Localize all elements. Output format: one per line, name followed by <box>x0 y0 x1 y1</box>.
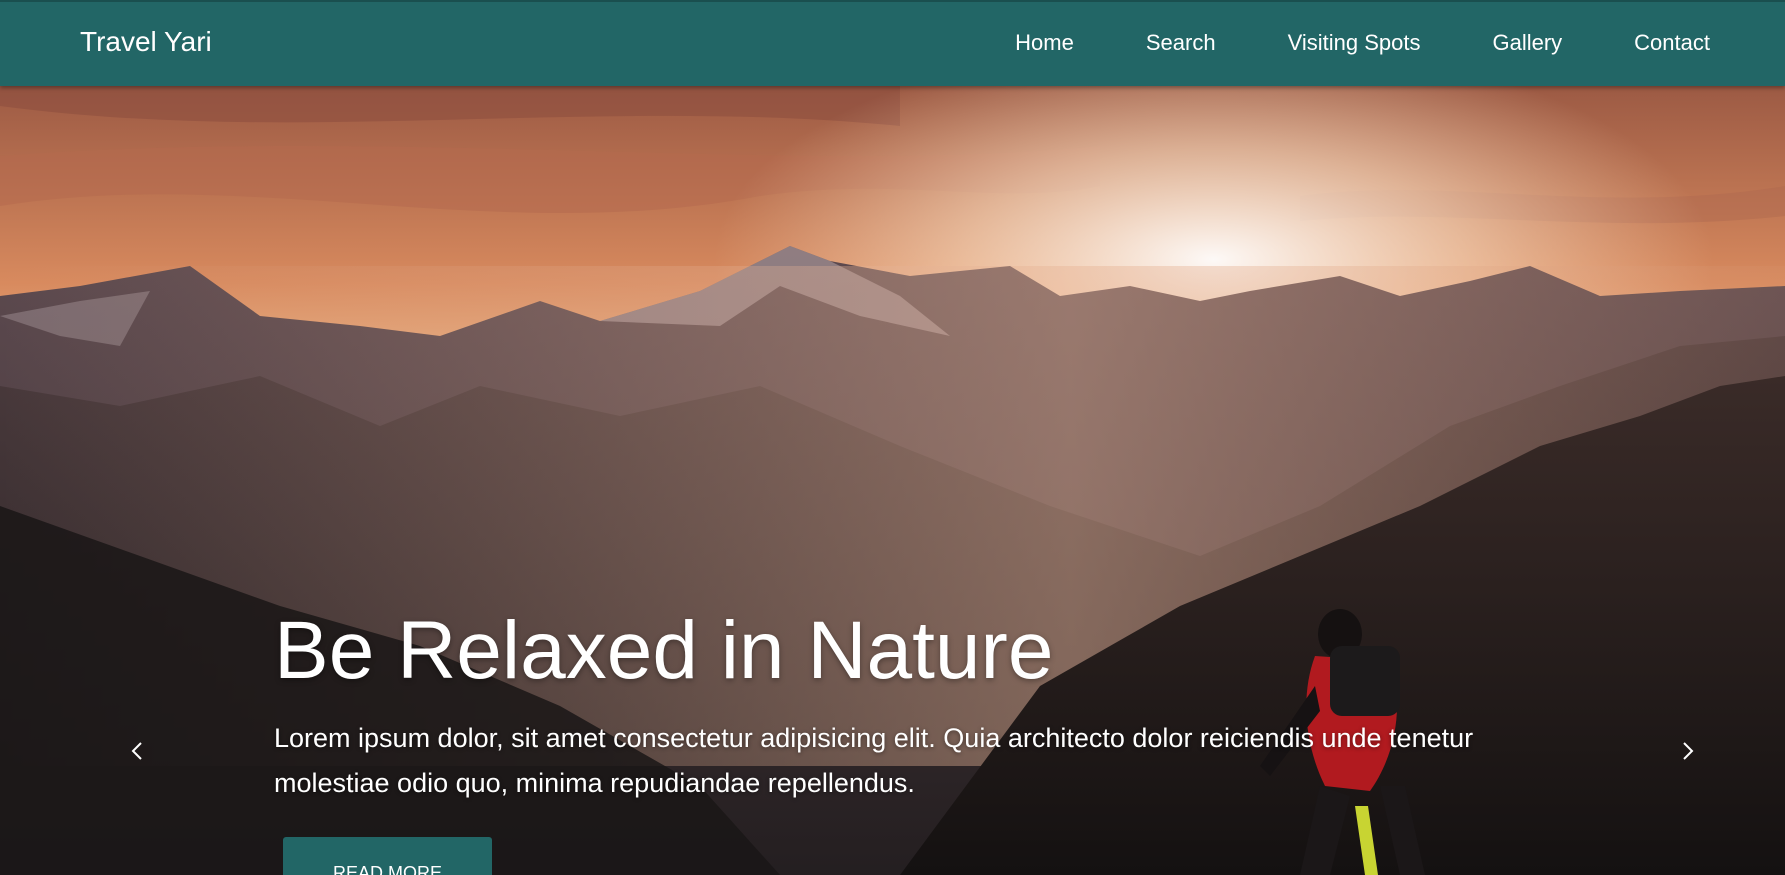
carousel-next-button[interactable] <box>1668 736 1708 766</box>
chevron-left-icon <box>131 742 142 760</box>
nav-links: Home Search Visiting Spots Gallery Conta… <box>943 30 1710 56</box>
page: Travel Yari Home Search Visiting Spots G… <box>0 0 1785 875</box>
chevron-right-icon <box>1683 742 1694 760</box>
navbar: Travel Yari Home Search Visiting Spots G… <box>0 0 1785 86</box>
nav-link-home[interactable]: Home <box>1015 30 1074 56</box>
hero-carousel: Be Relaxed in Nature Lorem ipsum dolor, … <box>0 86 1785 875</box>
nav-link-search[interactable]: Search <box>1146 30 1216 56</box>
nav-link-contact[interactable]: Contact <box>1634 30 1710 56</box>
brand-logo[interactable]: Travel Yari <box>80 26 212 58</box>
read-more-button[interactable]: READ MORE <box>283 837 492 875</box>
hero-description: Lorem ipsum dolor, sit amet consectetur … <box>274 723 1474 799</box>
nav-link-gallery[interactable]: Gallery <box>1492 30 1562 56</box>
nav-link-visiting-spots[interactable]: Visiting Spots <box>1288 30 1421 56</box>
carousel-prev-button[interactable] <box>117 736 157 766</box>
hero-title: Be Relaxed in Nature <box>274 605 1054 696</box>
carousel-caption: Be Relaxed in Nature Lorem ipsum dolor, … <box>274 605 1574 806</box>
